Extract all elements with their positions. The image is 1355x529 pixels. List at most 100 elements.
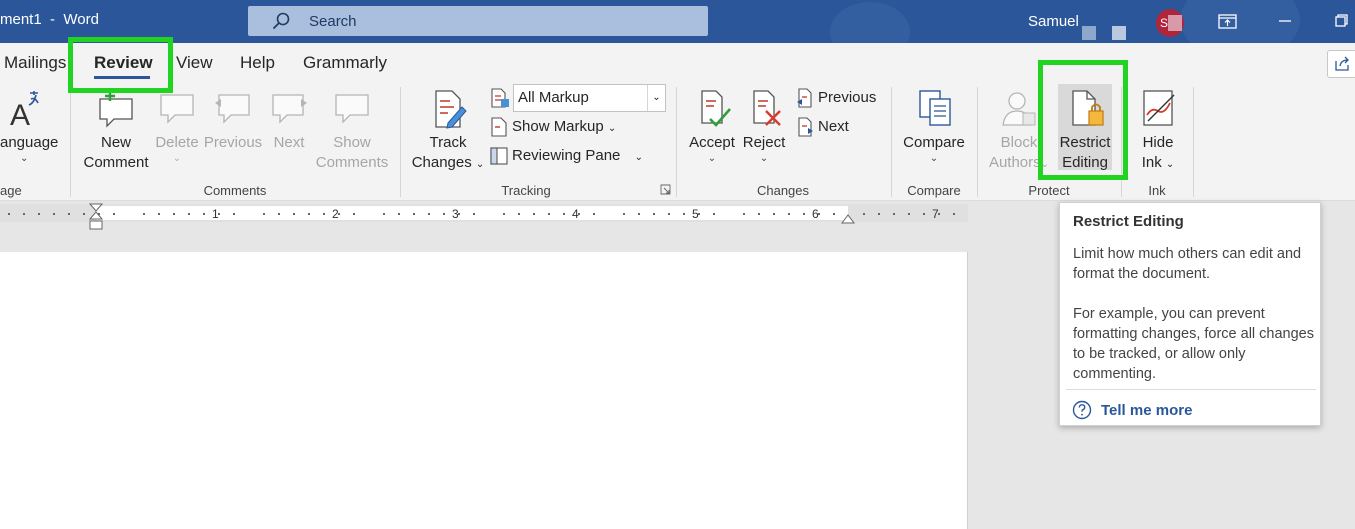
ruler-tick bbox=[353, 213, 355, 215]
ruler-tick bbox=[773, 213, 775, 215]
search-box[interactable]: Search bbox=[248, 6, 708, 36]
reject-label: Reject bbox=[742, 134, 786, 151]
restrict-editing-tooltip: Restrict Editing Limit how much others c… bbox=[1059, 202, 1321, 426]
ruler-tick bbox=[38, 213, 40, 215]
display-for-review-icon bbox=[491, 88, 509, 108]
share-button[interactable] bbox=[1327, 50, 1355, 78]
group-separator bbox=[400, 87, 401, 197]
ruler-tick bbox=[683, 213, 685, 215]
group-label-ink: Ink bbox=[1148, 183, 1166, 198]
tell-me-more-link[interactable]: Tell me more bbox=[1101, 402, 1192, 419]
ruler-tick bbox=[158, 213, 160, 215]
ruler-number: 6 bbox=[812, 207, 819, 221]
new-comment-button[interactable]: New Comment bbox=[80, 89, 152, 173]
ruler-tick bbox=[203, 213, 205, 215]
previous-change-icon bbox=[797, 88, 812, 108]
group-label-compare: Compare bbox=[907, 183, 961, 198]
chevron-down-icon: ⌄ bbox=[707, 153, 717, 164]
ruler-tick bbox=[653, 213, 655, 215]
language-button[interactable]: A anguage ⌄ bbox=[0, 89, 60, 165]
next-change-button[interactable]: Next bbox=[796, 116, 849, 138]
track-changes-button[interactable]: Track Changes ⌄ bbox=[408, 89, 488, 175]
indent-marker-icon[interactable] bbox=[89, 203, 103, 230]
ruler-tick bbox=[383, 213, 385, 215]
blurred-area bbox=[1080, 24, 1140, 40]
ruler-tick bbox=[113, 213, 115, 215]
next-change-label: Next bbox=[818, 118, 849, 135]
share-icon bbox=[1335, 56, 1349, 71]
reviewing-pane-button[interactable]: Reviewing Pane ⌄ bbox=[490, 145, 643, 167]
ruler-number: 4 bbox=[572, 207, 579, 221]
ruler-tick bbox=[593, 213, 595, 215]
previous-change-button[interactable]: Previous bbox=[796, 87, 876, 109]
ruler-number: 1 bbox=[212, 207, 219, 221]
group-label-protect: Protect bbox=[1028, 183, 1070, 198]
markup-select[interactable]: All Markup ⌄ bbox=[513, 84, 666, 112]
previous-comment-button[interactable]: Previous bbox=[203, 89, 263, 153]
ruler-tick bbox=[323, 213, 325, 215]
show-comments-label-2: Comments bbox=[315, 154, 389, 171]
svg-text:A: A bbox=[10, 99, 30, 129]
delete-comment-icon bbox=[160, 94, 194, 124]
group-separator bbox=[1193, 87, 1194, 197]
ruler-tick bbox=[878, 213, 880, 215]
hide-ink-button[interactable]: Hide Ink ⌄ bbox=[1132, 89, 1184, 175]
review-tab-highlight bbox=[68, 37, 173, 93]
reviewing-pane-icon bbox=[490, 147, 508, 165]
tab-view[interactable]: View bbox=[176, 53, 213, 73]
tab-help[interactable]: Help bbox=[240, 53, 275, 73]
track-changes-label-1: Track bbox=[429, 134, 467, 151]
restore-icon[interactable] bbox=[1328, 8, 1355, 34]
hide-ink-label-1: Hide bbox=[1142, 134, 1174, 151]
accept-button[interactable]: Accept ⌄ bbox=[686, 89, 738, 165]
ruler-tick bbox=[23, 213, 25, 215]
ruler-tick bbox=[68, 213, 70, 215]
show-markup-button[interactable]: Show Markup ⌄ bbox=[490, 116, 616, 138]
ruler-tick bbox=[548, 213, 550, 215]
ruler-tick bbox=[428, 213, 430, 215]
accept-label: Accept bbox=[689, 134, 735, 151]
previous-change-label: Previous bbox=[818, 89, 877, 106]
show-markup-label: Show Markup bbox=[512, 118, 604, 135]
ruler-tick bbox=[308, 213, 310, 215]
chevron-down-icon: ⌄ bbox=[20, 153, 29, 164]
ruler-tick bbox=[398, 213, 400, 215]
compare-button[interactable]: Compare ⌄ bbox=[899, 89, 969, 165]
help-icon[interactable] bbox=[1072, 400, 1092, 420]
show-comments-button[interactable]: Show Comments bbox=[314, 89, 390, 173]
tab-grammarly[interactable]: Grammarly bbox=[303, 53, 387, 73]
tooltip-body: Limit how much others can edit and forma… bbox=[1073, 244, 1315, 404]
avatar[interactable]: SI bbox=[1156, 9, 1184, 37]
tab-mailings[interactable]: Mailings bbox=[4, 53, 66, 73]
ruler-tick bbox=[503, 213, 505, 215]
ruler-tick bbox=[563, 213, 565, 215]
new-comment-label-2: Comment bbox=[83, 154, 149, 171]
dialog-launcher-icon[interactable] bbox=[660, 184, 671, 195]
ruler-tick bbox=[638, 213, 640, 215]
next-comment-button[interactable]: Next bbox=[264, 89, 314, 153]
ruler-tick bbox=[143, 213, 145, 215]
ribbon-display-options-icon[interactable] bbox=[1214, 8, 1242, 34]
ruler-tick bbox=[413, 213, 415, 215]
ruler-tick bbox=[743, 213, 745, 215]
hide-ink-icon bbox=[1143, 90, 1175, 126]
ruler-tick bbox=[833, 213, 835, 215]
ruler-tick bbox=[278, 213, 280, 215]
group-separator bbox=[891, 87, 892, 197]
reject-button[interactable]: Reject ⌄ bbox=[738, 89, 790, 165]
chevron-down-icon: ⌄ bbox=[929, 153, 939, 164]
minimize-icon[interactable] bbox=[1271, 8, 1299, 34]
ruler-number: 2 bbox=[332, 207, 339, 221]
tooltip-paragraph: Limit how much others can edit and forma… bbox=[1073, 246, 1302, 282]
ruler-tick bbox=[923, 213, 925, 215]
ruler-tick bbox=[8, 213, 10, 215]
group-label-changes: Changes bbox=[756, 183, 810, 198]
delete-comment-button[interactable]: Delete ⌄ bbox=[152, 89, 202, 165]
ruler-tick bbox=[473, 213, 475, 215]
chevron-down-icon[interactable]: ⌄ bbox=[647, 85, 665, 111]
document-page[interactable] bbox=[0, 252, 968, 529]
markup-select-value: All Markup bbox=[518, 89, 589, 106]
user-name[interactable]: Samuel bbox=[1028, 13, 1079, 30]
right-indent-marker-icon[interactable] bbox=[841, 212, 855, 224]
compare-label: Compare bbox=[903, 134, 965, 151]
